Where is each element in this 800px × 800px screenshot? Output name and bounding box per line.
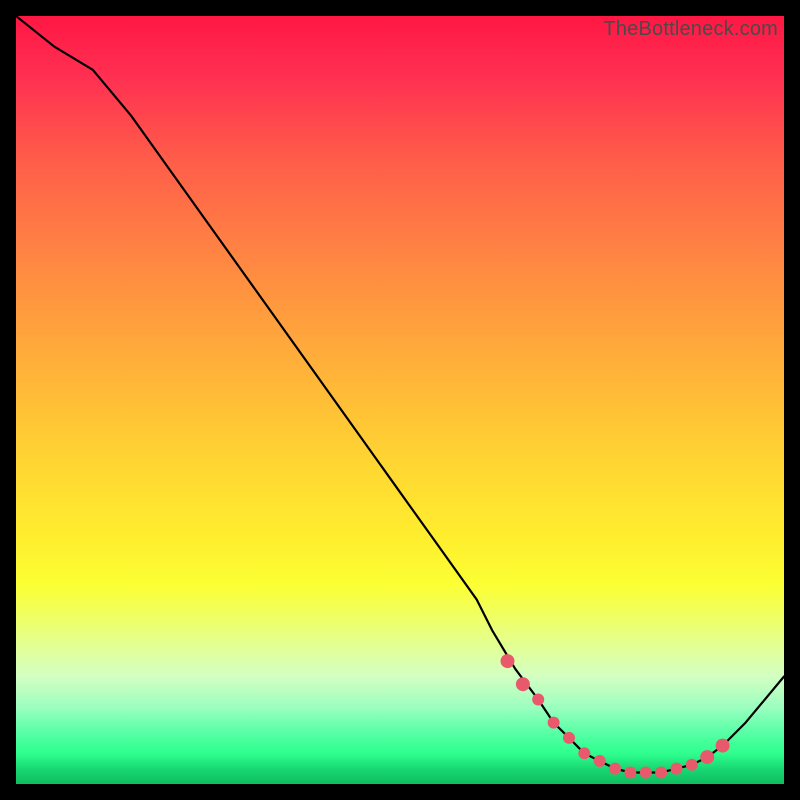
- marker-dot: [501, 654, 515, 668]
- marker-dot: [671, 763, 683, 775]
- marker-dot: [700, 750, 714, 764]
- watermark-text: TheBottleneck.com: [603, 18, 778, 41]
- plot-area: TheBottleneck.com: [16, 16, 784, 784]
- marker-dot: [578, 747, 590, 759]
- marker-dot: [548, 717, 560, 729]
- marker-dot: [563, 732, 575, 744]
- marker-dot: [609, 763, 621, 775]
- marker-dot: [655, 767, 667, 779]
- marker-dot: [532, 694, 544, 706]
- marker-dot: [640, 767, 652, 779]
- marker-dot: [516, 677, 530, 691]
- chart-container: TheBottleneck.com: [0, 0, 800, 800]
- marker-dot: [624, 767, 636, 779]
- marker-layer: [16, 16, 784, 784]
- marker-dot: [594, 755, 606, 767]
- marker-dot: [716, 739, 730, 753]
- marker-dot: [686, 759, 698, 771]
